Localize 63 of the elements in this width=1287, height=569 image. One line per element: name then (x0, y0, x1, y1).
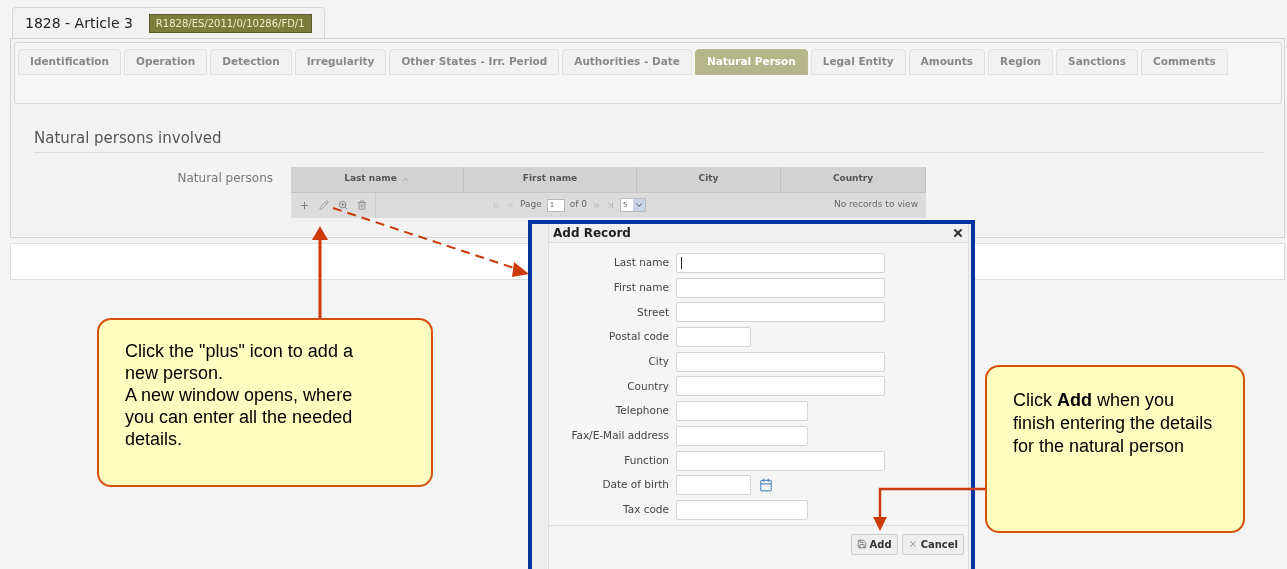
tab[interactable]: Comments (1141, 49, 1228, 75)
field-label: City (647, 353, 669, 369)
input-field[interactable] (676, 499, 808, 520)
field-label: First name (612, 279, 669, 295)
tab[interactable]: Identification (18, 49, 122, 75)
field-label: Date of birth (601, 477, 669, 493)
input-field[interactable] (676, 302, 885, 323)
callout-text: Click Add when you finish entering the details for the natural person (1013, 389, 1213, 458)
reference-badge: R1828/ES/2011/0/10286/FD/1 (148, 13, 312, 33)
input-field[interactable] (676, 376, 885, 397)
column-header[interactable]: Last name (291, 166, 464, 192)
column-header[interactable]: City (637, 166, 781, 192)
tab[interactable]: Authorities - Date (562, 49, 692, 75)
cancel-button[interactable]: Cancel (901, 533, 964, 555)
input-field[interactable] (676, 475, 751, 496)
field-label: Telephone (614, 403, 669, 419)
edit-icon[interactable] (319, 200, 329, 210)
input-field[interactable] (676, 425, 808, 446)
column-header[interactable]: First name (464, 166, 637, 192)
record-tab[interactable]: 1828 - Article 3 R1828/ES/2011/0/10286/FD/1 (12, 7, 325, 38)
page-label: Page (520, 198, 542, 212)
input-field[interactable] (676, 351, 885, 372)
last-page-icon[interactable] (606, 200, 616, 210)
tab[interactable]: Natural Person (694, 49, 808, 75)
field-label: Function (623, 452, 669, 468)
add-button[interactable]: Add (850, 533, 898, 555)
field-label: Country (626, 378, 669, 394)
close-icon[interactable] (952, 227, 964, 239)
add-icon[interactable] (299, 199, 310, 211)
column-header[interactable]: Country (781, 166, 926, 192)
records-status: No records to view (833, 198, 918, 212)
tab[interactable]: Irregularity (294, 49, 387, 75)
record-title: 1828 - Article 3 (25, 13, 133, 33)
input-field[interactable] (676, 327, 751, 348)
callout-text: A new window opens, where you can enter all the needed details. (125, 384, 354, 450)
page-count: of 0 (569, 198, 588, 212)
calendar-icon[interactable] (759, 478, 773, 493)
input-field[interactable] (676, 277, 885, 298)
dialog-title: Add Record (553, 225, 631, 242)
save-icon (856, 539, 867, 550)
section-title: Natural persons involved (34, 127, 1264, 153)
field-label: Fax/E-Mail address (570, 427, 669, 443)
dropdown-icon (634, 200, 645, 210)
field-label: Postal code (608, 329, 669, 345)
field-label: Last name (613, 255, 669, 271)
tab[interactable]: Detection (210, 49, 292, 75)
delete-icon[interactable] (357, 200, 367, 210)
next-page-icon[interactable] (592, 200, 602, 210)
field-label: Street (636, 304, 669, 320)
field-label: Natural persons (176, 169, 274, 187)
tab[interactable]: Operation (124, 49, 208, 75)
tab[interactable]: Sanctions (1056, 49, 1138, 75)
cancel-icon (907, 539, 918, 550)
tab[interactable]: Legal Entity (810, 49, 906, 75)
input-field[interactable] (676, 253, 885, 273)
callout-text: Click the "plus" icon to add a new person. (125, 340, 354, 384)
search-icon[interactable] (338, 200, 348, 210)
field-label: Tax code (622, 502, 669, 517)
tab[interactable]: Amounts (908, 49, 986, 75)
tab[interactable]: Other States - Irr. Period (389, 49, 560, 75)
tab[interactable]: Region (988, 49, 1054, 75)
input-field[interactable] (676, 450, 885, 471)
input-field[interactable] (676, 401, 808, 422)
